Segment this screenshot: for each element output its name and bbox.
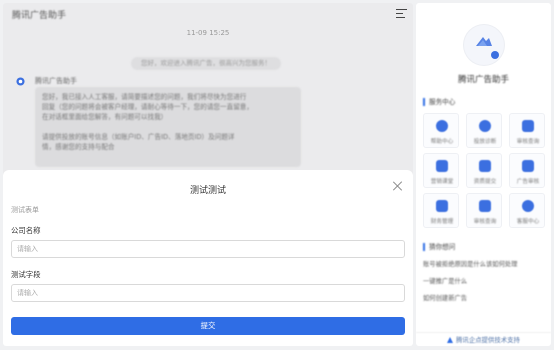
service-label: 审核查询 [473, 219, 497, 225]
classroom-icon [436, 160, 448, 172]
close-icon[interactable] [392, 180, 404, 192]
bubble-line: 回复（您的问题将会被客户经理，请耐心等待一下，您的请您一直留意， [42, 103, 253, 111]
service-label: 投放诊断 [473, 139, 497, 145]
service-tile[interactable]: 审核查询 [509, 113, 545, 148]
service-label: 资质提交 [473, 179, 497, 185]
service-tile[interactable]: 财务管理 [423, 193, 459, 228]
service-tile[interactable]: 客服中心 [509, 193, 545, 228]
form-dialog: 测试测试 测试表单 公司名称 测试字段 提交 [3, 170, 413, 346]
online-dot-icon [491, 51, 499, 59]
finance-icon [436, 200, 448, 212]
service-label: 财务管理 [430, 219, 454, 225]
qualification-icon [479, 160, 491, 172]
faq-link[interactable]: 一键推广是什么 [423, 276, 467, 285]
customer-service-icon [522, 200, 534, 212]
welcome-message: 您好，欢迎进入腾讯广告，很高兴为您服务！ [131, 57, 281, 70]
chat-header: 腾讯广告助手 [3, 3, 413, 25]
footer-text: 腾讯企点提供技术支持 [456, 336, 520, 344]
bot-message-bubble: 您好，我已接入人工客服，请简要描述您的问题，我们将尽快为您进行 回复（您的问题将… [35, 87, 301, 167]
diagnosis-icon [479, 120, 491, 132]
service-tile[interactable]: 审核查询 [466, 193, 502, 228]
submit-button[interactable]: 提交 [11, 317, 405, 335]
service-tile[interactable]: 帮助中心 [423, 113, 459, 148]
service-tile[interactable]: 广告审核 [509, 153, 545, 188]
company-name-input[interactable] [11, 240, 405, 258]
test-field-input[interactable] [11, 284, 405, 302]
service-label: 帮助中心 [430, 139, 454, 145]
menu-icon[interactable] [396, 9, 407, 19]
bubble-line: 请提供投放的账号信息（如账户ID、广告ID、落地页ID）及问题详 [42, 133, 235, 141]
review-icon [522, 120, 534, 132]
bubble-line: 在对话框里面给您解答，有问题可以找我） [42, 113, 168, 121]
service-label: 营销课堂 [430, 179, 454, 185]
ad-review-icon [522, 160, 534, 172]
bubble-line: 情，感谢您的支持与配合 [42, 143, 115, 151]
qidian-logo-icon [447, 337, 454, 343]
bot-name: 腾讯广告助手 [35, 77, 77, 85]
test-field-label: 测试字段 [11, 270, 41, 279]
bubble-line [42, 122, 294, 132]
service-tile[interactable]: 营销课堂 [423, 153, 459, 188]
dialog-title: 测试测试 [189, 186, 226, 196]
panel-title: 腾讯广告助手 [457, 75, 509, 85]
services-heading: 服务中心 [423, 98, 455, 106]
assistant-logo [464, 25, 504, 65]
faq-link[interactable]: 如何创建新广告 [423, 293, 467, 302]
service-label: 客服中心 [516, 219, 540, 225]
powered-by-footer[interactable]: 腾讯企点提供技术支持 [416, 332, 551, 346]
message-timestamp: 11-09 15:25 [186, 29, 230, 37]
help-icon [436, 120, 448, 132]
service-tile[interactable]: 资质提交 [466, 153, 502, 188]
assistant-panel: 腾讯广告助手 服务中心 帮助中心 投放诊断 审核查询 营销课堂 资质提交 广告审… [416, 3, 551, 346]
service-label: 审核查询 [516, 139, 540, 145]
chat-title: 腾讯广告助手 [12, 11, 67, 21]
company-name-label: 公司名称 [11, 226, 41, 235]
faq-heading: 猜你想问 [423, 243, 455, 251]
form-name: 测试表单 [11, 206, 39, 214]
brand-logo-icon [476, 37, 492, 46]
bubble-line: 您好，我已接入人工客服，请简要描述您的问题，我们将尽快为您进行 [42, 93, 247, 101]
app-window: 腾讯广告助手 11-09 15:25 您好，欢迎进入腾讯广告，很高兴为您服务！ … [0, 0, 554, 350]
search-review-icon [479, 200, 491, 212]
faq-link[interactable]: 账号被拒绝原因是什么该如何处理 [423, 259, 517, 268]
bot-avatar-icon [16, 77, 25, 86]
service-label: 广告审核 [516, 179, 540, 185]
service-tile[interactable]: 投放诊断 [466, 113, 502, 148]
